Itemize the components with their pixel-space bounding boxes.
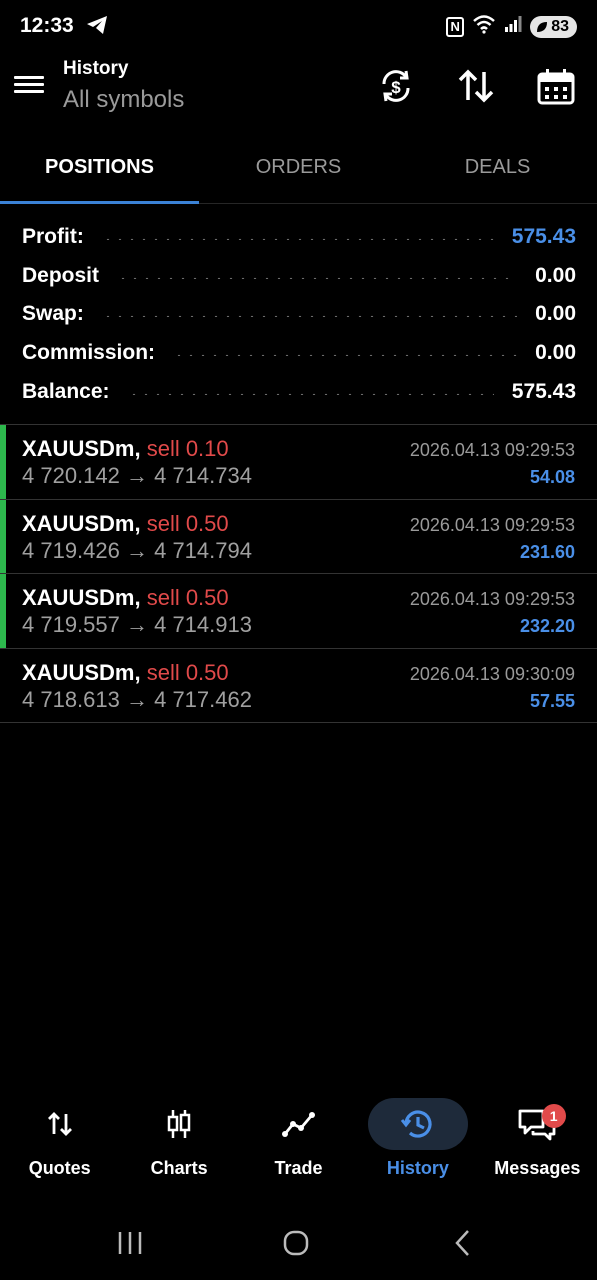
- position-side: sell 0.50: [146, 510, 229, 536]
- position-profit: 232.20: [519, 616, 575, 636]
- nav-label: Trade: [274, 1158, 323, 1178]
- summary-value: 575.43: [511, 225, 576, 249]
- dotted-leader: [101, 238, 494, 241]
- calendar-icon[interactable]: [536, 66, 576, 106]
- menu-button[interactable]: [14, 72, 48, 102]
- battery-indicator: 83: [530, 15, 577, 38]
- nav-charts[interactable]: Charts: [119, 1098, 238, 1190]
- status-bar: 12:33 N 83: [0, 0, 597, 52]
- summary-row-profit: Profit: 575.43: [22, 218, 576, 257]
- summary-value: 0.00: [535, 302, 576, 326]
- history-icon: [367, 1098, 468, 1150]
- unread-badge: 1: [541, 1104, 566, 1128]
- summary-panel: Profit: 575.43 Deposit 0.00 Swap: 0.00 C…: [22, 218, 576, 411]
- nav-label: Messages: [494, 1158, 581, 1178]
- dotted-leader: [127, 392, 494, 395]
- position-row[interactable]: XAUUSDm, sell 0.50 4 718.613 → 4 717.462…: [0, 649, 597, 723]
- messages-icon: [478, 1098, 597, 1150]
- candlestick-icon: [119, 1098, 238, 1150]
- tab-deals[interactable]: DEALS: [398, 138, 597, 203]
- summary-row-swap: Swap: 0.00: [22, 295, 576, 334]
- summary-value: 0.00: [535, 263, 576, 287]
- position-symbol: XAUUSDm,: [22, 436, 141, 461]
- bottom-navigation: Quotes Charts Trade History 1 Messages: [0, 1098, 597, 1190]
- position-symbol: XAUUSDm,: [22, 659, 141, 685]
- position-profit: 54.08: [529, 467, 575, 487]
- tab-positions[interactable]: POSITIONS: [0, 138, 199, 204]
- position-symbol: XAUUSDm,: [22, 585, 141, 610]
- dotted-leader: [117, 276, 518, 279]
- currency-exchange-icon[interactable]: $: [376, 66, 416, 106]
- position-profit: 57.55: [529, 690, 575, 711]
- status-time: 12:33: [20, 14, 74, 37]
- symbol-filter[interactable]: All symbols: [63, 86, 184, 114]
- position-side: sell 0.50: [146, 585, 229, 610]
- profit-indicator-bar: [0, 425, 6, 499]
- position-prices: 4 718.613 → 4 717.462: [22, 686, 252, 712]
- dotted-leader: [173, 354, 518, 357]
- nfc-icon: N: [446, 16, 465, 37]
- summary-value: 0.00: [535, 341, 576, 365]
- position-side: sell 0.10: [146, 436, 229, 461]
- position-row[interactable]: XAUUSDm, sell 0.50 4 719.426 → 4 714.794…: [0, 499, 597, 574]
- profit-indicator-bar: [0, 499, 6, 573]
- position-symbol: XAUUSDm,: [22, 510, 141, 536]
- position-row[interactable]: XAUUSDm, sell 0.10 4 720.142 → 4 714.734…: [0, 425, 597, 500]
- positions-list: XAUUSDm, sell 0.10 4 720.142 → 4 714.734…: [0, 425, 597, 723]
- page-title: History: [63, 58, 129, 79]
- summary-label: Commission:: [22, 341, 156, 365]
- system-navigation-bar: [0, 1216, 597, 1272]
- summary-label: Swap:: [22, 302, 84, 326]
- trend-line-icon: [239, 1098, 358, 1150]
- home-icon[interactable]: [282, 1228, 310, 1263]
- dotted-leader: [101, 315, 518, 318]
- nav-label: History: [386, 1158, 449, 1178]
- summary-label: Profit:: [22, 225, 84, 249]
- nav-trade[interactable]: Trade: [239, 1098, 358, 1190]
- position-prices: 4 719.426 → 4 714.794: [22, 537, 252, 563]
- back-icon[interactable]: [452, 1228, 474, 1263]
- svg-text:$: $: [391, 78, 401, 97]
- position-row[interactable]: XAUUSDm, sell 0.50 4 719.557 → 4 714.913…: [0, 574, 597, 649]
- position-time: 2026.04.13 09:30:09: [409, 663, 575, 684]
- history-tabs: POSITIONS ORDERS DEALS: [0, 138, 597, 204]
- position-side: sell 0.50: [146, 659, 229, 685]
- nav-label: Charts: [150, 1158, 208, 1178]
- summary-row-deposit: Deposit 0.00: [22, 257, 576, 296]
- telegram-icon: [86, 15, 108, 40]
- leaf-icon: [537, 21, 548, 32]
- position-profit: 231.60: [519, 541, 575, 562]
- position-time: 2026.04.13 09:29:53: [409, 440, 575, 460]
- summary-label: Deposit: [22, 263, 100, 287]
- quotes-icon: [0, 1098, 119, 1150]
- summary-label: Balance:: [22, 379, 110, 403]
- signal-icon: [504, 15, 522, 38]
- profit-indicator-bar: [0, 574, 6, 648]
- summary-value: 575.43: [511, 379, 576, 403]
- app-bar: History All symbols $: [0, 52, 597, 132]
- summary-row-balance: Balance: 575.43: [22, 372, 576, 411]
- position-time: 2026.04.13 09:29:53: [409, 514, 575, 535]
- nav-quotes[interactable]: Quotes: [0, 1098, 119, 1190]
- recent-apps-icon[interactable]: [117, 1228, 143, 1263]
- battery-level: 83: [551, 17, 569, 35]
- nav-label: Quotes: [28, 1158, 91, 1178]
- tab-orders[interactable]: ORDERS: [199, 138, 398, 203]
- sort-icon[interactable]: [456, 66, 496, 106]
- wifi-icon: [472, 14, 496, 39]
- nav-messages[interactable]: 1 Messages: [478, 1098, 597, 1190]
- position-time: 2026.04.13 09:29:53: [409, 589, 575, 609]
- position-prices: 4 719.557 → 4 714.913: [22, 612, 252, 637]
- summary-row-commission: Commission: 0.00: [22, 334, 576, 373]
- nav-history[interactable]: History: [358, 1098, 477, 1190]
- position-prices: 4 720.142 → 4 714.734: [22, 463, 252, 488]
